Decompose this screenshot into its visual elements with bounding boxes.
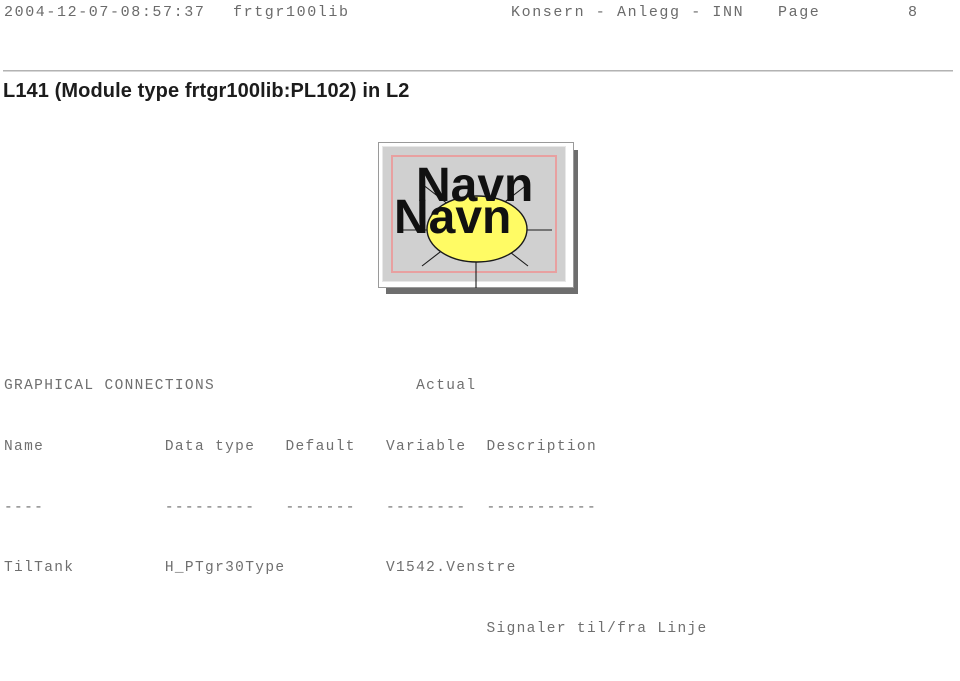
header-divider <box>3 70 953 72</box>
running-header: 2004-12-07-08:57:37 frtgr100lib Konsern … <box>0 4 960 26</box>
header-page-label: Page <box>778 4 821 21</box>
header-library: frtgr100lib <box>233 4 350 21</box>
report-page: 2004-12-07-08:57:37 frtgr100lib Konsern … <box>0 0 960 681</box>
report-line: TilTank H_PTgr30Type V1542.Venstre <box>4 560 517 577</box>
report-listing: GRAPHICAL CONNECTIONS Actual Name Data t… <box>4 336 758 681</box>
report-line: Name Data type Default Variable Descript… <box>4 439 598 456</box>
report-line: GRAPHICAL CONNECTIONS Actual <box>4 378 477 395</box>
report-line: Signaler til/fra Linje <box>4 620 708 637</box>
module-diagram: Navn Navn <box>378 142 578 294</box>
header-timestamp: 2004-12-07-08:57:37 <box>4 4 206 21</box>
diagram-label-bottom: Navn <box>394 191 512 244</box>
header-page-number: 8 <box>908 4 919 21</box>
report-line: ---- --------- ------- -------- --------… <box>4 499 598 516</box>
header-center-title: Konsern - Anlegg - INN <box>511 4 745 21</box>
page-title: L141 (Module type frtgr100lib:PL102) in … <box>3 80 410 102</box>
